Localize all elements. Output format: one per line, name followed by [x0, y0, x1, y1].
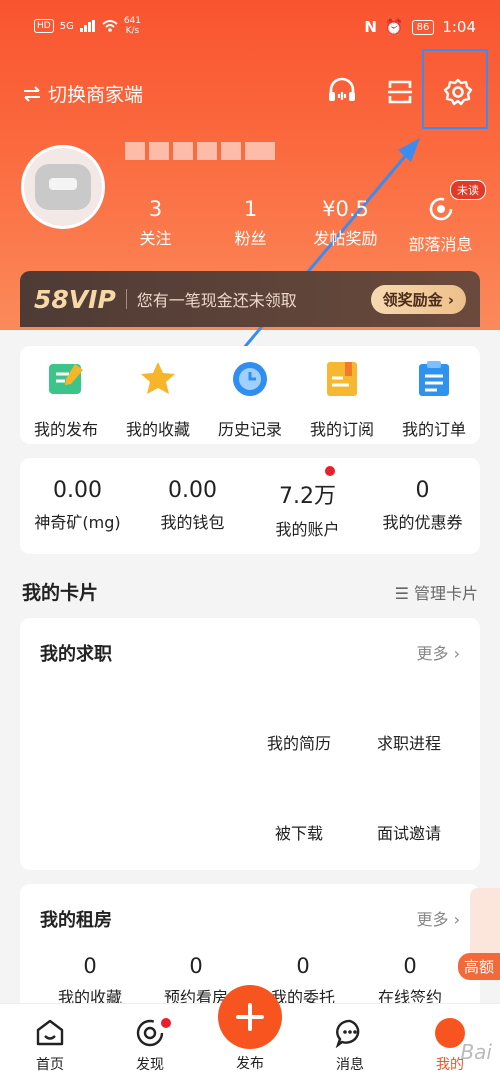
subscribe-icon — [327, 362, 357, 396]
stat-followers[interactable]: 1 粉丝 — [203, 196, 298, 255]
publish-icon — [49, 364, 83, 394]
network-speed: 641 K/s — [123, 16, 142, 36]
hd-indicator: HD — [34, 19, 54, 33]
stat-tribe-messages[interactable]: 部落消息 — [393, 196, 488, 255]
tab-messages[interactable]: 消息 — [315, 1018, 385, 1074]
clock-icon — [233, 362, 267, 396]
vip-logo: 58VIP — [34, 284, 116, 314]
signal-label: 5G — [59, 20, 74, 32]
battery-indicator: 86 — [411, 19, 435, 35]
signal-icon — [79, 20, 95, 32]
tab-discover[interactable]: 发现 — [115, 1018, 185, 1074]
quick-actions: 我的发布 我的收藏 历史记录 我的订阅 我的订单 — [20, 346, 480, 444]
my-resume-link[interactable]: 我的简历 — [267, 730, 331, 754]
rent-card-title: 我的租房 — [40, 910, 112, 931]
profile-stats: 3 关注 1 粉丝 ¥0.5 发帖奖励 部落消息 — [108, 196, 488, 255]
vip-banner[interactable]: 58VIP 您有一笔现金还未领取 领奖励金 › — [20, 271, 480, 327]
discover-dot — [161, 1018, 171, 1028]
scan-button[interactable] — [380, 72, 420, 112]
my-subscriptions-item[interactable]: 我的订阅 — [296, 360, 388, 444]
stat-post-rewards[interactable]: ¥0.5 发帖奖励 — [298, 196, 393, 255]
rent-contract-item[interactable]: 0 在线签约 — [355, 954, 465, 1008]
my-favorites-item[interactable]: 我的收藏 — [112, 360, 204, 444]
scan-icon — [388, 80, 412, 104]
vip-divider — [125, 289, 127, 309]
clock-time: 1:04 — [442, 18, 476, 36]
tribe-icon — [429, 197, 452, 221]
job-card-title: 我的求职 — [40, 644, 112, 665]
switch-merchant-button[interactable]: 切换商家端 — [22, 80, 143, 107]
history-item[interactable]: 历史记录 — [204, 360, 296, 444]
plus-icon — [236, 1003, 264, 1031]
settings-highlight-box — [422, 49, 488, 129]
my-cards-title: 我的卡片 — [22, 582, 99, 604]
stat-following[interactable]: 3 关注 — [108, 196, 203, 255]
status-bar: HD 5G 641 K/s N ⏰ 86 1:04 — [0, 0, 500, 56]
my-account-item[interactable]: 7.2万 我的账户 — [250, 466, 365, 554]
tab-home[interactable]: 首页 — [15, 1018, 85, 1074]
coupons-item[interactable]: 0 我的优惠券 — [365, 478, 480, 554]
downloaded-link[interactable]: 被下载 — [275, 820, 323, 844]
avatar-placeholder-icon — [35, 164, 91, 210]
avatar[interactable] — [21, 145, 105, 229]
switch-merchant-label: 切换商家端 — [48, 84, 144, 106]
tab-publish-label[interactable]: 发布 — [215, 1053, 285, 1073]
job-card: 我的求职 更多 › 我的简历 求职进程 被下载 面试邀请 — [20, 618, 480, 870]
message-icon — [335, 1019, 360, 1048]
star-icon — [141, 362, 175, 394]
job-progress-link[interactable]: 求职进程 — [377, 730, 441, 754]
my-orders-item[interactable]: 我的订单 — [388, 360, 480, 444]
wallet-item[interactable]: 0.00 我的钱包 — [135, 478, 250, 554]
swap-icon — [24, 85, 40, 102]
interview-invites-link[interactable]: 面试邀请 — [377, 820, 441, 844]
side-ad-button[interactable]: 高额 — [457, 953, 500, 980]
account-summary: 0.00 神奇矿(mg) 0.00 我的钱包 7.2万 我的账户 0 我的优惠券 — [20, 458, 480, 554]
vip-message: 您有一笔现金还未领取 — [136, 291, 297, 310]
username-blurred — [125, 142, 275, 160]
wifi-icon — [102, 20, 118, 32]
alarm-icon: ⏰ — [384, 18, 404, 36]
watermark: Bai — [460, 1040, 492, 1064]
claim-reward-button[interactable]: 领奖励金 › — [370, 284, 466, 314]
order-icon — [419, 361, 449, 396]
notification-dot — [325, 466, 335, 476]
manage-cards-link[interactable]: ☰ 管理卡片 — [395, 580, 478, 604]
headset-icon — [329, 77, 355, 101]
rent-more-link[interactable]: 更多 › — [417, 906, 461, 930]
nfc-icon: N — [364, 18, 377, 36]
unread-badge: 未读 — [450, 180, 486, 200]
magic-ore-item[interactable]: 0.00 神奇矿(mg) — [20, 478, 135, 554]
home-icon — [36, 1019, 64, 1046]
job-more-link[interactable]: 更多 › — [417, 640, 461, 664]
customer-service-button[interactable] — [322, 72, 362, 112]
publish-button[interactable] — [218, 985, 282, 1049]
my-posts-item[interactable]: 我的发布 — [20, 360, 112, 444]
rent-favorites-item[interactable]: 0 我的收藏 — [35, 954, 145, 1008]
